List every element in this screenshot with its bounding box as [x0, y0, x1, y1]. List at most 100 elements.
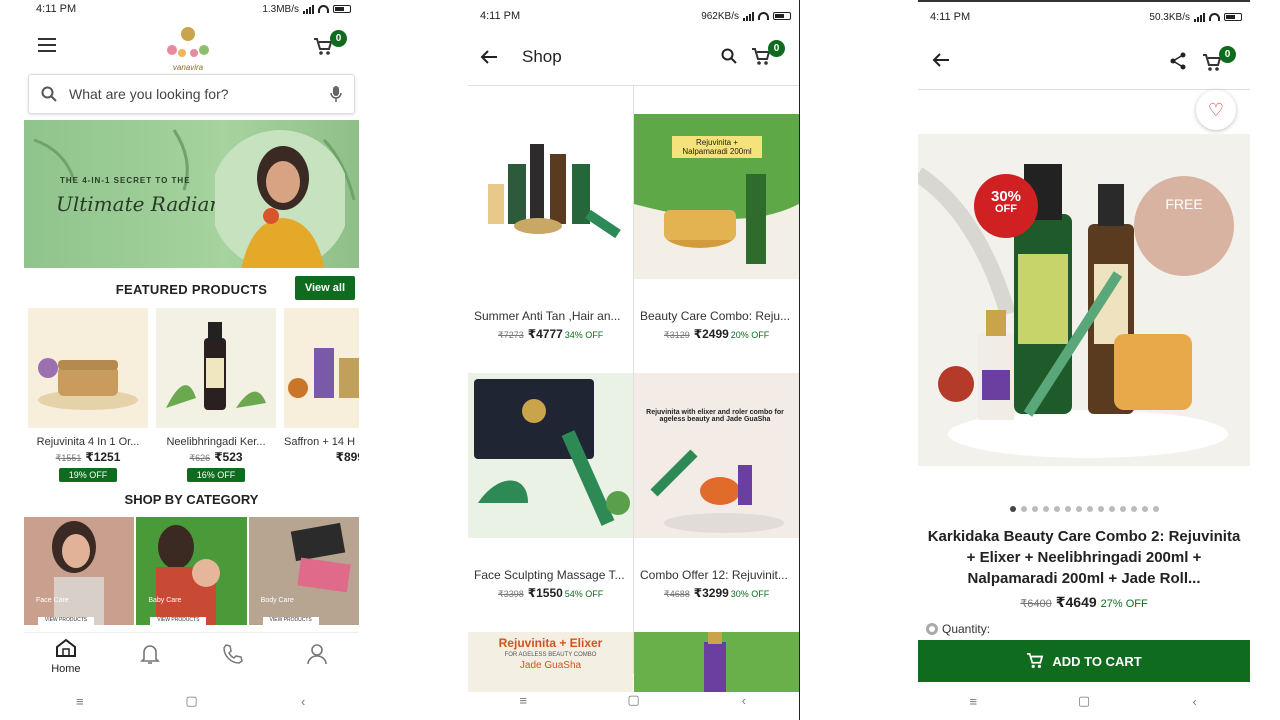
product-card[interactable]: Rejuvinita + Nalpamaradi 200ml Beauty Ca… [634, 86, 799, 345]
category-card-face-care[interactable]: Face Care VIEW PRODUCTS [24, 517, 135, 625]
wifi-icon [758, 12, 769, 20]
status-time: 4:11 PM [36, 3, 77, 15]
product-card[interactable]: Saffron + 14 H ₹899 [284, 308, 359, 482]
product-mrp: ₹6400 [1020, 598, 1052, 610]
recents-icon[interactable]: ≡ [963, 694, 983, 709]
carousel-dot[interactable] [1031, 506, 1038, 512]
search-input[interactable]: What are you looking for? [69, 86, 330, 102]
carousel-dot[interactable] [1053, 506, 1060, 512]
nav-notifications[interactable] [120, 643, 180, 670]
product-card[interactable]: Rejuvinita with elixer and roler combo f… [634, 345, 799, 604]
search-icon [41, 86, 57, 102]
carousel-dot[interactable] [1075, 506, 1082, 512]
cart-button[interactable]: 0 [313, 30, 347, 58]
back-chevron-icon[interactable]: ‹ [734, 693, 754, 708]
view-all-button[interactable]: View all [294, 276, 355, 300]
microphone-icon[interactable] [330, 85, 342, 103]
recents-icon[interactable]: ≡ [513, 693, 533, 708]
image-subcaption: Jade GuaSha [519, 660, 582, 671]
system-navigation: ≡ ▢ ‹ [468, 680, 799, 720]
status-time: 4:11 PM [930, 11, 971, 23]
product-mrp: ₹3129 [664, 330, 690, 340]
product-image[interactable] [468, 373, 633, 538]
network-speed: 50.3KB/s [1149, 11, 1190, 23]
nav-profile[interactable] [287, 643, 347, 670]
product-card[interactable]: Face Sculpting Massage T... ₹3398 ₹1550 54… [468, 345, 633, 604]
back-arrow-icon[interactable] [932, 52, 950, 68]
product-price: ₹523 [214, 450, 243, 464]
search-icon[interactable] [721, 48, 737, 64]
product-card[interactable]: Rejuvinita + Elixer FOR AGELESS BEAUTY C… [468, 604, 633, 692]
shop-by-category-title: SHOP BY CATEGORY [124, 492, 259, 507]
home-square-icon[interactable]: ▢ [181, 693, 201, 709]
product-image[interactable]: Rejuvinita + Nalpamaradi 200ml [634, 114, 799, 279]
carousel-dot[interactable] [1064, 506, 1071, 512]
bottom-navigation: Home [24, 632, 359, 680]
quantity-radio-icon[interactable] [926, 623, 938, 635]
recents-icon[interactable]: ≡ [70, 694, 90, 709]
menu-icon[interactable] [38, 38, 56, 52]
featured-products-list[interactable]: Rejuvinita 4 In 1 Or... ₹1551 ₹1251 19% O… [24, 308, 359, 482]
carousel-dot[interactable] [1020, 506, 1027, 512]
product-image-carousel[interactable]: 30% OFF FREE [918, 134, 1250, 466]
product-card[interactable] [634, 604, 799, 692]
carousel-dot[interactable] [1141, 506, 1148, 512]
product-card[interactable]: Summer Anti Tan ,Hair an... ₹7273 ₹4777 34… [468, 86, 633, 345]
search-bar[interactable]: What are you looking for? [28, 74, 355, 114]
add-to-cart-button[interactable]: ADD TO CART [918, 640, 1250, 682]
carousel-indicator[interactable] [918, 506, 1250, 512]
product-discount: 54% OFF [564, 589, 604, 599]
carousel-dot[interactable] [1130, 506, 1137, 512]
quantity-selector[interactable]: Quantity: [926, 622, 990, 636]
product-image[interactable] [156, 308, 276, 428]
back-chevron-icon[interactable]: ‹ [1185, 694, 1205, 709]
logo-mark-icon [167, 27, 209, 57]
wishlist-heart-icon[interactable]: ♡ [1196, 90, 1236, 130]
cart-count-badge: 0 [1219, 46, 1236, 63]
carousel-dot[interactable] [1086, 506, 1093, 512]
category-label: Baby Care [148, 597, 182, 604]
discount-off-word: OFF [995, 203, 1017, 215]
product-detail-screen: 4:11 PM 50.3KB/s 0 ♡ 30% OFF FREE Karkid… [918, 0, 1250, 720]
product-image[interactable] [468, 114, 633, 279]
view-products-button[interactable]: VIEW PRODUCTS [262, 617, 319, 625]
category-label: Face Care [36, 597, 69, 604]
promo-banner[interactable]: THE 4-IN-1 SECRET TO THE Ultimate Radian… [24, 120, 359, 268]
carousel-dot[interactable] [1108, 506, 1115, 512]
status-bar: 4:11 PM 50.3KB/s [918, 2, 1250, 32]
signal-icon [303, 4, 314, 14]
product-price-row: ₹6400 ₹4649 27% OFF [918, 594, 1250, 611]
carousel-dot[interactable] [1009, 506, 1016, 512]
nav-call[interactable] [203, 643, 263, 670]
product-image[interactable] [284, 308, 359, 428]
product-image[interactable]: Rejuvinita with elixer and roler combo f… [634, 373, 799, 538]
carousel-dot[interactable] [1152, 506, 1159, 512]
cart-button[interactable]: 0 [751, 40, 785, 68]
carousel-dot[interactable] [1119, 506, 1126, 512]
product-price: ₹4777 [527, 327, 563, 341]
battery-icon [1224, 13, 1242, 21]
home-square-icon[interactable]: ▢ [623, 692, 643, 708]
product-grid: Summer Anti Tan ,Hair an... ₹7273 ₹4777 34… [468, 86, 799, 692]
system-navigation: ≡ ▢ ‹ [918, 682, 1250, 720]
carousel-dot[interactable] [1042, 506, 1049, 512]
view-products-button[interactable]: VIEW PRODUCTS [150, 617, 207, 625]
back-chevron-icon[interactable]: ‹ [293, 694, 313, 709]
status-time: 4:11 PM [480, 10, 521, 22]
nav-home[interactable]: Home [36, 638, 96, 675]
cart-button[interactable]: 0 [1202, 46, 1236, 74]
product-image[interactable] [28, 308, 148, 428]
category-card-baby-care[interactable]: Baby Care VIEW PRODUCTS [136, 517, 247, 625]
product-title: Karkidaka Beauty Care Combo 2: Rejuvinit… [927, 528, 1241, 587]
category-card-body-care[interactable]: Body Care VIEW PRODUCTS [248, 517, 359, 625]
share-icon[interactable] [1170, 52, 1186, 70]
home-square-icon[interactable]: ▢ [1074, 693, 1094, 709]
view-products-button[interactable]: VIEW PRODUCTS [38, 617, 94, 625]
product-card[interactable]: Rejuvinita 4 In 1 Or... ₹1551 ₹1251 19% O… [28, 308, 148, 482]
product-card[interactable]: Neelibhringadi Ker... ₹626 ₹523 16% OFF [156, 308, 276, 482]
back-arrow-icon[interactable] [480, 49, 498, 65]
brand-logo[interactable]: vanavira [160, 24, 216, 72]
signal-icon [743, 11, 754, 21]
carousel-dot[interactable] [1097, 506, 1104, 512]
product-discount: 30% OFF [730, 589, 770, 599]
